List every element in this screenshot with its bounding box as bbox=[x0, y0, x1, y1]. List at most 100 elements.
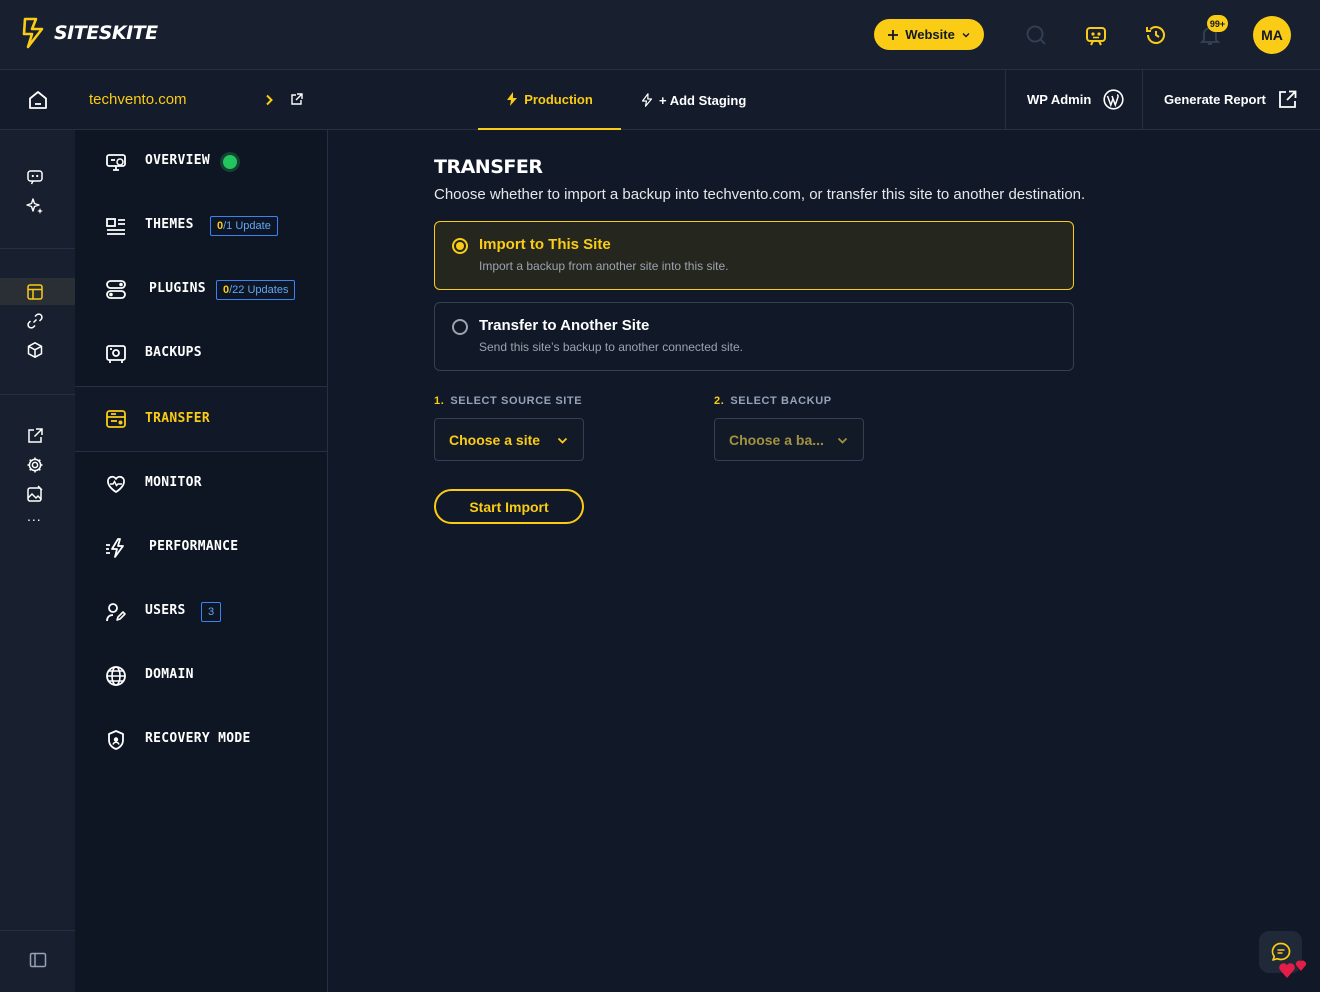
label-text: SELECT SOURCE SITE bbox=[450, 395, 583, 407]
option-title: Import to This Site bbox=[479, 236, 611, 253]
badge-text: /1 Update bbox=[223, 220, 271, 232]
nav-label: PLUGINS bbox=[149, 281, 206, 296]
chevron-down-icon bbox=[962, 32, 970, 37]
badge-text: /22 Updates bbox=[229, 284, 289, 296]
bolt-speed-icon bbox=[106, 538, 124, 558]
nav-label: TRANSFER bbox=[145, 411, 211, 426]
nav-label: USERS bbox=[145, 603, 186, 618]
start-import-button[interactable]: Start Import bbox=[434, 489, 584, 524]
site-nav: OVERVIEW THEMES 0/1 Update PLUGINS 0/22 … bbox=[75, 130, 328, 992]
site-header: techvento.com Production + Add Staging W… bbox=[0, 70, 1320, 130]
clock-history-icon[interactable] bbox=[1144, 23, 1168, 47]
user-edit-icon bbox=[106, 603, 126, 622]
generate-report-button[interactable]: Generate Report bbox=[1164, 70, 1297, 129]
page-title: TRANSFER bbox=[434, 156, 543, 178]
monitor-icon bbox=[106, 154, 126, 171]
layout-list-icon bbox=[106, 218, 125, 235]
nav-item-themes[interactable]: THEMES 0/1 Update bbox=[75, 194, 327, 258]
wp-admin-button[interactable]: WP Admin bbox=[1027, 70, 1124, 129]
nav-item-users[interactable]: USERS 3 bbox=[75, 580, 327, 644]
radio-button[interactable] bbox=[452, 238, 468, 254]
nav-label: PERFORMANCE bbox=[149, 539, 239, 554]
shield-icon bbox=[108, 730, 124, 750]
select-value: Choose a ba... bbox=[729, 431, 824, 448]
backup-label: 2. SELECT BACKUP bbox=[714, 395, 832, 407]
home-icon bbox=[28, 90, 47, 109]
site-name-link[interactable]: techvento.com bbox=[89, 91, 187, 108]
update-badge: 0/1 Update bbox=[210, 216, 278, 236]
option-import-to-this-site[interactable]: Import to This Site Import a backup from… bbox=[434, 221, 1074, 290]
nav-item-domain[interactable]: DOMAIN bbox=[75, 644, 327, 708]
divider bbox=[1005, 70, 1006, 129]
search-icon[interactable] bbox=[1024, 23, 1048, 47]
website-button[interactable]: Website bbox=[874, 19, 984, 50]
top-header: SITESKITE Website 99+ MA bbox=[0, 0, 1320, 70]
chevron-right-icon[interactable] bbox=[262, 93, 276, 107]
more-icon[interactable]: ... bbox=[27, 508, 42, 524]
nav-item-backups[interactable]: BACKUPS bbox=[75, 322, 327, 386]
link-icon[interactable] bbox=[26, 312, 44, 330]
bolt-outline-icon bbox=[641, 93, 653, 107]
nav-item-recovery-mode[interactable]: RECOVERY MODE bbox=[75, 708, 327, 772]
backup-select[interactable]: Choose a ba... bbox=[714, 418, 864, 461]
users-count-badge: 3 bbox=[201, 602, 222, 622]
layout-icon[interactable] bbox=[26, 283, 44, 301]
divider bbox=[0, 394, 75, 395]
divider bbox=[0, 248, 75, 249]
page-description: Choose whether to import a backup into t… bbox=[434, 186, 1086, 203]
tab-add-staging[interactable]: + Add Staging bbox=[641, 70, 746, 130]
option-subtitle: Send this site’s backup to another conne… bbox=[479, 340, 743, 354]
cube-icon[interactable] bbox=[26, 341, 44, 359]
label-text: SELECT BACKUP bbox=[730, 395, 832, 407]
backup-icon bbox=[106, 345, 126, 363]
external-link-icon bbox=[1278, 90, 1297, 108]
nav-item-monitor[interactable]: MONITOR bbox=[75, 452, 327, 516]
nav-item-transfer[interactable]: TRANSFER bbox=[75, 386, 327, 452]
notification-badge: 99+ bbox=[1207, 15, 1228, 32]
sparkles-icon[interactable] bbox=[26, 197, 44, 215]
nav-label: DOMAIN bbox=[145, 667, 194, 682]
logo[interactable]: SITESKITE bbox=[22, 17, 158, 49]
sidebar-toggle-icon[interactable] bbox=[29, 951, 47, 969]
option-transfer-to-another-site[interactable]: Transfer to Another Site Send this site’… bbox=[434, 302, 1074, 371]
icon-rail: ... bbox=[0, 130, 75, 992]
divider bbox=[1142, 70, 1143, 129]
generate-report-label: Generate Report bbox=[1164, 92, 1266, 107]
robot-icon[interactable] bbox=[1084, 23, 1108, 47]
nav-item-performance[interactable]: PERFORMANCE bbox=[75, 516, 327, 580]
heart-icon bbox=[1279, 960, 1307, 978]
avatar[interactable]: MA bbox=[1253, 16, 1291, 54]
tab-production-label: Production bbox=[524, 91, 593, 107]
toggles-icon bbox=[106, 280, 126, 299]
tab-production[interactable]: Production bbox=[478, 70, 621, 130]
tab-add-staging-label: + Add Staging bbox=[659, 92, 747, 108]
chevron-down-icon bbox=[557, 437, 568, 444]
chevron-down-icon bbox=[837, 437, 848, 444]
source-site-label: 1. SELECT SOURCE SITE bbox=[434, 395, 582, 407]
nav-item-overview[interactable]: OVERVIEW bbox=[75, 130, 327, 194]
nav-label: OVERVIEW bbox=[145, 153, 211, 168]
gear-icon[interactable] bbox=[26, 456, 44, 474]
robot-icon[interactable] bbox=[26, 168, 44, 186]
divider bbox=[0, 930, 75, 931]
home-button[interactable] bbox=[0, 70, 75, 129]
external-edit-icon[interactable] bbox=[26, 427, 44, 445]
website-button-label: Website bbox=[905, 27, 955, 42]
wp-admin-label: WP Admin bbox=[1027, 92, 1092, 107]
step-number: 1. bbox=[434, 395, 445, 407]
heart-pulse-icon bbox=[107, 475, 125, 493]
wordpress-icon bbox=[1103, 89, 1124, 110]
nav-label: MONITOR bbox=[145, 475, 202, 490]
update-badge: 0/22 Updates bbox=[216, 280, 296, 300]
bolt-icon bbox=[507, 92, 518, 106]
source-site-select[interactable]: Choose a site bbox=[434, 418, 584, 461]
select-value: Choose a site bbox=[449, 431, 541, 448]
option-title: Transfer to Another Site bbox=[479, 317, 650, 334]
image-edit-icon[interactable] bbox=[26, 485, 44, 503]
option-subtitle: Import a backup from another site into t… bbox=[479, 259, 729, 273]
nav-label: BACKUPS bbox=[145, 345, 202, 360]
globe-icon bbox=[106, 666, 126, 686]
external-link-icon[interactable] bbox=[290, 93, 303, 106]
radio-button[interactable] bbox=[452, 319, 468, 335]
nav-item-plugins[interactable]: PLUGINS 0/22 Updates bbox=[75, 258, 327, 322]
